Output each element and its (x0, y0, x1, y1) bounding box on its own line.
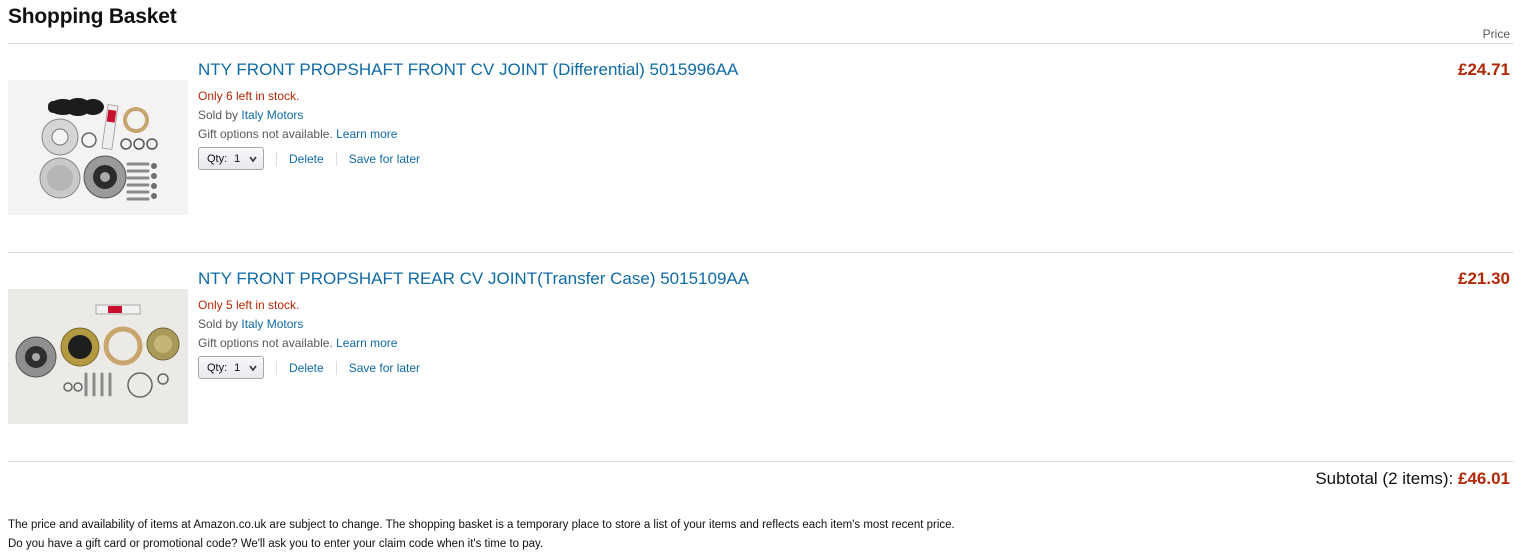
quantity-dropdown[interactable]: Qty: 1 (198, 147, 264, 170)
seller-info: Sold by Italy Motors (198, 108, 303, 122)
page-title: Shopping Basket (8, 5, 177, 28)
seller-link[interactable]: Italy Motors (241, 317, 303, 331)
subtotal-label: Subtotal (2 items): (1315, 469, 1454, 488)
subtotal: Subtotal (2 items): £46.01 (1315, 469, 1510, 489)
header-divider (8, 43, 1514, 44)
cv-joint-kit-image (8, 80, 188, 215)
stock-status: Only 5 left in stock. (198, 298, 300, 312)
stock-status: Only 6 left in stock. (198, 89, 300, 103)
action-separator (276, 360, 277, 375)
product-image[interactable] (8, 289, 188, 424)
delete-link[interactable]: Delete (289, 152, 324, 166)
gift-options-text: Gift options not available. (198, 127, 333, 141)
price-disclaimer: The price and availability of items at A… (8, 519, 955, 531)
chevron-down-icon (249, 156, 257, 162)
save-for-later-link[interactable]: Save for later (349, 361, 420, 375)
price-column-header: Price (1482, 27, 1510, 41)
learn-more-link[interactable]: Learn more (336, 336, 397, 350)
action-separator (335, 151, 337, 166)
item-divider (8, 252, 1514, 253)
basket-item: NTY FRONT PROPSHAFT REAR CV JOINT(Transf… (8, 269, 1510, 429)
product-title-link[interactable]: NTY FRONT PROPSHAFT REAR CV JOINT(Transf… (198, 269, 749, 289)
sold-by-label: Sold by (198, 317, 239, 331)
sold-by-label: Sold by (198, 108, 239, 122)
item-price: £21.30 (1458, 269, 1510, 288)
product-title-link[interactable]: NTY FRONT PROPSHAFT FRONT CV JOINT (Diff… (198, 60, 738, 80)
qty-label: Qty: (207, 152, 228, 165)
delete-link[interactable]: Delete (289, 361, 324, 375)
subtotal-divider (8, 461, 1514, 462)
save-for-later-link[interactable]: Save for later (349, 152, 420, 166)
chevron-down-icon (249, 365, 257, 371)
seller-link[interactable]: Italy Motors (241, 108, 303, 122)
gift-options: Gift options not available. Learn more (198, 336, 397, 350)
qty-value: 1 (234, 152, 241, 165)
product-image[interactable] (8, 80, 188, 215)
item-actions: Qty: 1 Delete Save for later (198, 147, 420, 170)
quantity-dropdown[interactable]: Qty: 1 (198, 356, 264, 379)
action-separator (276, 151, 277, 166)
cv-joint-kit-image (8, 289, 188, 424)
action-separator (335, 360, 337, 375)
gift-options-text: Gift options not available. (198, 336, 333, 350)
basket-item: NTY FRONT PROPSHAFT FRONT CV JOINT (Diff… (8, 60, 1510, 220)
item-actions: Qty: 1 Delete Save for later (198, 356, 420, 379)
learn-more-link[interactable]: Learn more (336, 127, 397, 141)
item-price: £24.71 (1458, 60, 1510, 79)
gift-options: Gift options not available. Learn more (198, 127, 397, 141)
qty-value: 1 (234, 361, 241, 374)
qty-label: Qty: (207, 361, 228, 374)
seller-info: Sold by Italy Motors (198, 317, 303, 331)
promo-code-note: Do you have a gift card or promotional c… (8, 538, 544, 550)
subtotal-amount: £46.01 (1458, 469, 1510, 488)
